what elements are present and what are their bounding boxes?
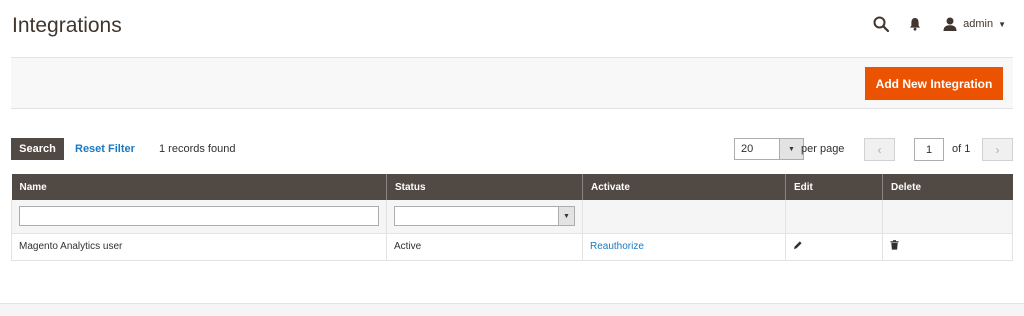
page-title: Integrations	[12, 14, 122, 37]
bell-icon[interactable]	[909, 17, 921, 31]
column-header-status[interactable]: Status	[386, 174, 583, 200]
status-filter-select[interactable]: ▼	[394, 206, 575, 227]
reauthorize-link[interactable]: Reauthorize	[590, 241, 644, 252]
user-icon	[943, 17, 957, 31]
filter-cell-name	[11, 200, 387, 234]
next-page-button[interactable]: ›	[982, 138, 1013, 161]
cell-activate: Reauthorize	[582, 233, 786, 261]
chevron-left-icon: ‹	[877, 142, 882, 157]
search-button[interactable]: Search	[11, 138, 64, 160]
page-actions-bar: Add New Integration	[11, 57, 1013, 109]
filter-cell-activate	[582, 200, 786, 234]
user-menu[interactable]: admin ▼	[943, 17, 1006, 31]
column-header-activate: Activate	[582, 174, 786, 200]
integrations-grid: Name Status Activate Edit Delete ▼ Magen…	[11, 174, 1013, 261]
per-page-label: per page	[801, 143, 845, 155]
add-new-integration-button[interactable]: Add New Integration	[865, 67, 1003, 100]
cell-delete	[882, 233, 1013, 261]
chevron-down-icon: ▼	[779, 139, 803, 159]
chevron-down-icon: ▼	[558, 207, 574, 226]
grid-header-row: Name Status Activate Edit Delete	[11, 174, 1013, 200]
records-found-text: 1 records found	[159, 143, 236, 155]
reset-filter-link[interactable]: Reset Filter	[75, 143, 135, 155]
header-actions: admin ▼	[873, 14, 1006, 34]
chevron-right-icon: ›	[995, 142, 1000, 157]
per-page-value: 20	[741, 143, 754, 155]
footer-bar	[0, 303, 1024, 316]
filter-cell-edit	[785, 200, 883, 234]
filter-cell-status: ▼	[386, 200, 583, 234]
cell-status: Active	[386, 233, 583, 261]
cell-name: Magento Analytics user	[11, 233, 387, 261]
column-header-name[interactable]: Name	[11, 174, 387, 200]
trash-icon[interactable]	[890, 240, 899, 253]
name-filter-input[interactable]	[19, 206, 379, 227]
table-row: Magento Analytics user Active Reauthoriz…	[11, 233, 1013, 261]
previous-page-button[interactable]: ‹	[864, 138, 895, 161]
chevron-down-icon: ▼	[998, 19, 1006, 29]
filter-row: ▼	[11, 200, 1013, 234]
cell-edit	[785, 233, 883, 261]
search-icon[interactable]	[873, 16, 890, 32]
pencil-icon[interactable]	[793, 240, 803, 253]
page-number-input[interactable]	[914, 138, 944, 161]
status-filter-value	[395, 207, 558, 225]
user-name: admin	[963, 18, 994, 30]
filter-cell-delete	[882, 200, 1013, 234]
per-page-select[interactable]: 20 ▼	[734, 138, 804, 160]
grid-toolbar: Search Reset Filter 1 records found 20 ▼…	[11, 138, 1013, 161]
column-header-edit: Edit	[785, 174, 883, 200]
column-header-delete: Delete	[882, 174, 1013, 200]
page-count: of 1	[952, 143, 971, 155]
